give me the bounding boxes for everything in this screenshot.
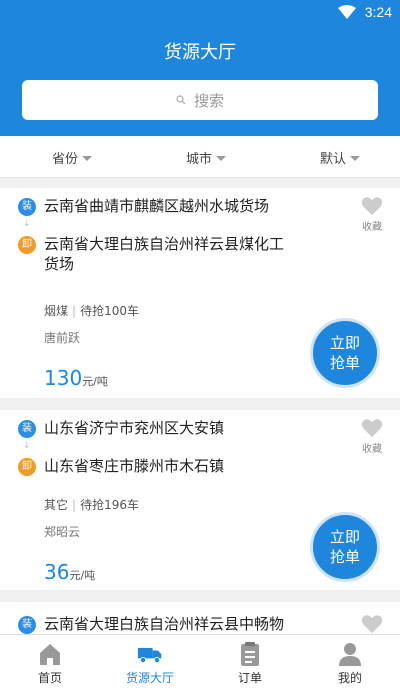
- shipper-name: 唐前跃: [44, 331, 81, 345]
- header: 货源大厅 搜索: [0, 24, 400, 136]
- favorite-button[interactable]: 收藏: [360, 196, 384, 233]
- cargo-meta: 其它 | 待抢196车: [44, 496, 139, 513]
- caret-down-icon: [82, 155, 93, 161]
- grab-label-line2: 抢单: [329, 354, 360, 372]
- shipper-name: 郑昭云: [44, 525, 81, 539]
- load-badge: 装: [18, 616, 36, 634]
- caret-down-icon: [350, 155, 361, 161]
- filter-sort-label: 默认: [320, 152, 347, 167]
- tab-cargo-hall[interactable]: 货源大厅: [100, 635, 200, 690]
- from-address: 云南省曲靖市麒麟区越州水城货场: [44, 197, 270, 215]
- cargo-card[interactable]: 装 云南省大理白族自治州祥云县中畅物: [0, 602, 400, 634]
- status-time: 3:24: [364, 4, 392, 20]
- filter-city-label: 城市: [186, 152, 213, 167]
- from-address: 山东省济宁市兖州区大安镇: [44, 419, 225, 437]
- unload-badge: 卸: [18, 458, 36, 476]
- unload-badge: 卸: [18, 236, 36, 254]
- status-bar: 3:24: [0, 0, 400, 24]
- search-icon: [176, 95, 186, 105]
- tab-cargo-hall-label: 货源大厅: [125, 671, 174, 685]
- meta-divider: |: [72, 304, 77, 318]
- favorite-button[interactable]: [360, 614, 384, 634]
- tab-home-label: 首页: [37, 671, 62, 685]
- filter-city[interactable]: 城市: [186, 148, 227, 167]
- price-value: 130: [44, 366, 83, 390]
- grab-label-line1: 立即: [329, 528, 360, 546]
- filter-bar: 省份 城市 默认: [0, 136, 400, 178]
- tab-home[interactable]: 首页: [0, 635, 100, 690]
- meta-divider: |: [72, 498, 77, 512]
- favorite-label: 收藏: [362, 444, 382, 455]
- tab-profile[interactable]: 我的: [300, 635, 400, 690]
- price: 36元/吨: [44, 560, 95, 584]
- wifi-icon: [338, 5, 356, 19]
- bottom-tab-bar: 首页 货源大厅 订单 我的: [0, 634, 400, 690]
- tab-profile-label: 我的: [337, 671, 362, 685]
- tab-orders-label: 订单: [237, 671, 262, 685]
- price-unit: 元/吨: [82, 375, 108, 388]
- grab-order-button[interactable]: 立即 抢单: [310, 512, 380, 582]
- search-input[interactable]: 搜索: [22, 80, 378, 120]
- cargo-card[interactable]: 装 ↓ 卸 山东省济宁市兖州区大安镇 山东省枣庄市滕州市木石镇 收藏 其它 | 待抢…: [0, 410, 400, 590]
- filter-province-label: 省份: [52, 152, 79, 167]
- to-address-line1: 山东省枣庄市滕州市木石镇: [44, 457, 225, 475]
- heart-icon: [361, 197, 383, 216]
- truck-icon: [137, 647, 162, 664]
- load-badge: 装: [18, 198, 36, 216]
- user-icon: [339, 643, 361, 666]
- to-address-line1: 云南省大理白族自治州祥云县煤化工: [44, 235, 285, 253]
- from-address: 云南省大理白族自治州祥云县中畅物: [44, 615, 285, 633]
- arrow-down-icon: ↓: [23, 441, 31, 451]
- remaining-count: 待抢196车: [80, 498, 139, 512]
- load-badge: 装: [18, 420, 36, 438]
- price-value: 36: [44, 560, 70, 584]
- filter-province[interactable]: 省份: [52, 148, 93, 167]
- filter-sort[interactable]: 默认: [320, 148, 361, 167]
- cargo-card[interactable]: 装 ↓ 卸 云南省曲靖市麒麟区越州水城货场 云南省大理白族自治州祥云县煤化工 货…: [0, 188, 400, 398]
- to-address-line2: 货场: [44, 255, 75, 273]
- grab-label-line1: 立即: [329, 334, 360, 352]
- favorite-button[interactable]: 收藏: [360, 418, 384, 455]
- page-title: 货源大厅: [164, 42, 236, 63]
- favorite-label: 收藏: [362, 222, 382, 233]
- tab-orders[interactable]: 订单: [200, 635, 300, 690]
- search-placeholder: 搜索: [193, 91, 224, 110]
- cargo-type: 其它: [44, 498, 69, 512]
- remaining-count: 待抢100车: [80, 304, 139, 318]
- clipboard-icon: [241, 642, 259, 666]
- price-unit: 元/吨: [69, 569, 96, 582]
- grab-label-line2: 抢单: [329, 548, 360, 566]
- grab-order-button[interactable]: 立即 抢单: [310, 318, 380, 388]
- cargo-list: 装 ↓ 卸 云南省曲靖市麒麟区越州水城货场 云南省大理白族自治州祥云县煤化工 货…: [0, 178, 400, 634]
- cargo-type: 烟煤: [44, 304, 69, 318]
- home-icon: [40, 644, 60, 665]
- heart-icon: [361, 419, 383, 438]
- caret-down-icon: [216, 155, 227, 161]
- heart-icon: [361, 615, 383, 634]
- cargo-meta: 烟煤 | 待抢100车: [44, 302, 139, 319]
- arrow-down-icon: ↓: [23, 219, 31, 229]
- price: 130元/吨: [44, 366, 108, 390]
